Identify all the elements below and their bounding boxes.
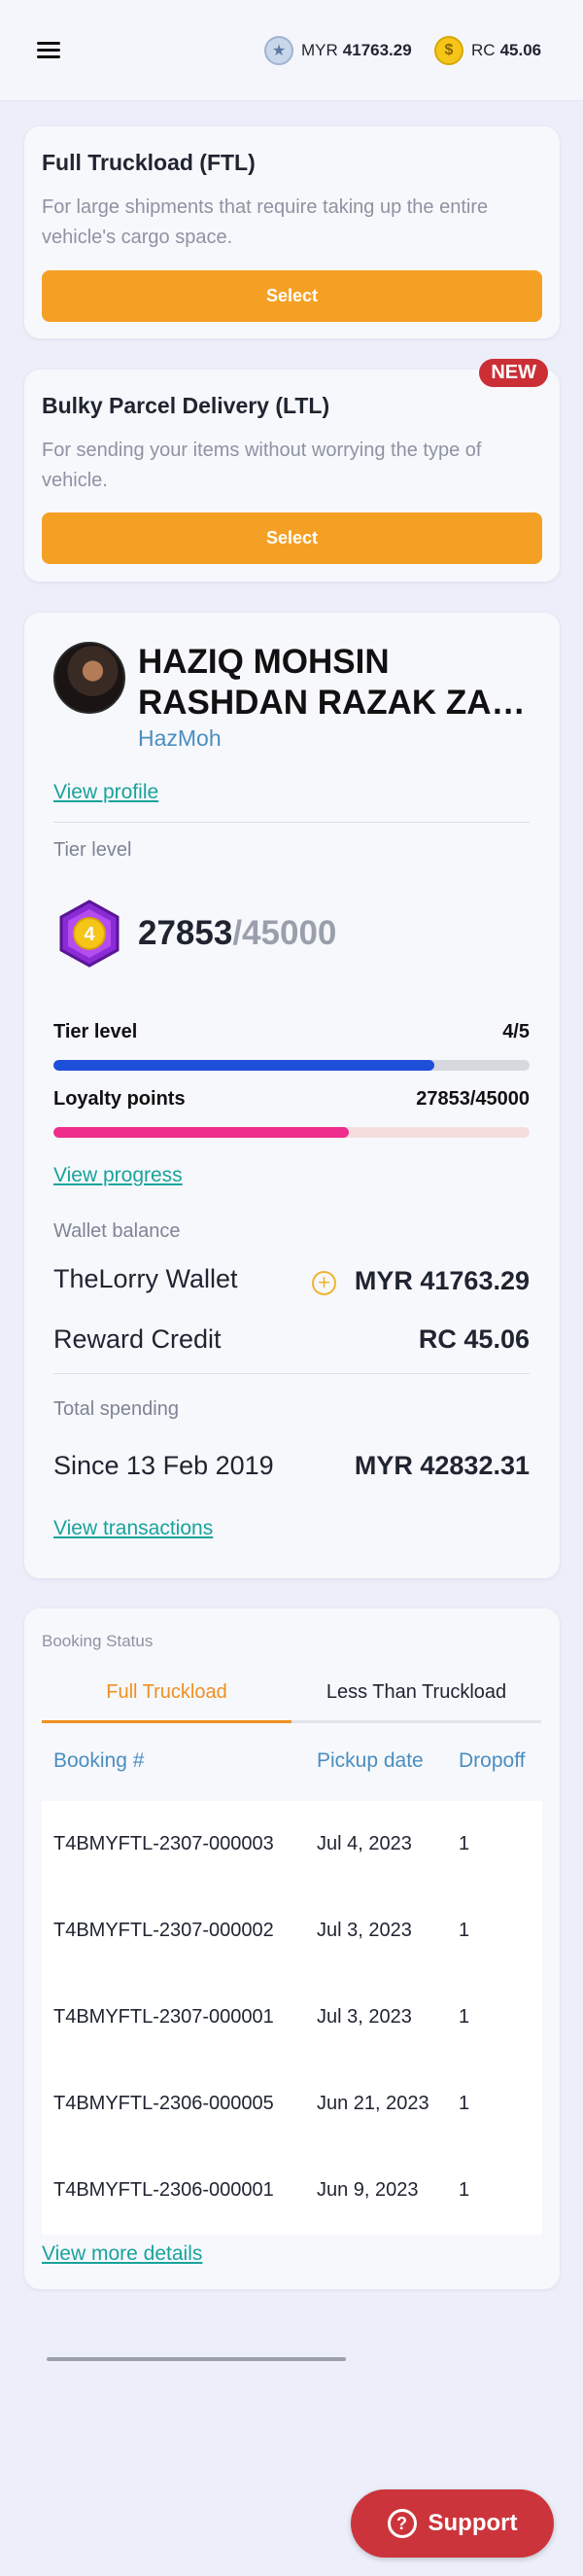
points-target: /45000 [232,914,337,952]
full-name-line2: RASHDAN RAZAK ZAKARIA [138,684,536,722]
table-row[interactable]: T4BMYFTL-2307-000002 Jul 3, 2023 1 [42,1888,542,1974]
top-bar: ★ MYR 41763.29 $ RC 45.06 [0,0,583,101]
pickup-date: Jun 21, 2023 [317,2093,429,2114]
loyalty-progress-fill [53,1127,349,1138]
tier-points: 27853/45000 [138,914,336,953]
booking-number: T4BMYFTL-2307-000002 [53,1920,274,1941]
wallet-value: MYR 41763.29 [354,1266,530,1295]
tier-progress-fill [53,1060,434,1071]
tier-progress-bar [53,1060,530,1071]
dropoff-count: 1 [459,2179,470,2201]
reward-credit-name: Reward Credit [53,1324,222,1354]
support-button[interactable]: ? Support [351,2489,554,2558]
loyalty-progress-bar [53,1127,530,1138]
full-name: HAZIQ MOHSIN RASHDAN RAZAK ZAKARIA [138,642,536,723]
tier-progress-value: 4/5 [502,1021,530,1042]
booking-number: T4BMYFTL-2307-000001 [53,2006,274,2028]
coin-icon: $ [434,36,463,65]
view-transactions-link[interactable]: View transactions [53,1517,213,1540]
view-profile-link[interactable]: View profile [53,781,158,804]
dropoff-count: 1 [459,2093,470,2114]
dropoff-count: 1 [459,1833,470,1854]
reward-credit-value: RC 45.06 [418,1324,530,1354]
column-header-booking: Booking # [53,1749,145,1772]
spending-since: Since 13 Feb 2019 [53,1451,274,1480]
divider [53,822,530,823]
booking-number: T4BMYFTL-2307-000003 [53,1833,274,1854]
tab-full-truckload[interactable]: Full Truckload [42,1673,292,1723]
tier-progress-label: Tier level [53,1021,138,1042]
pickup-date: Jun 9, 2023 [317,2179,419,2201]
rc-balance[interactable]: $ RC 45.06 [434,36,541,65]
support-label: Support [428,2510,518,2536]
total-spending-label: Total spending [53,1398,179,1420]
table-row[interactable]: T4BMYFTL-2307-000003 Jul 4, 2023 1 [42,1801,542,1888]
table-row[interactable]: T4BMYFTL-2306-000001 Jun 9, 2023 1 [42,2147,542,2234]
horizontal-scrollbar[interactable] [47,2357,346,2361]
full-name-line1: HAZIQ MOHSIN [138,643,390,681]
ltl-service-card: NEW Bulky Parcel Delivery (LTL) For send… [24,359,560,582]
ltl-select-button[interactable]: Select [42,512,542,564]
pickup-date: Jul 4, 2023 [317,1833,412,1854]
new-badge: NEW [479,359,548,387]
tier-badge-number: 4 [84,924,95,945]
ftl-select-button[interactable]: Select [42,270,542,322]
tier-level-label: Tier level [53,839,132,861]
plus-circle-icon[interactable]: + [312,1271,336,1295]
view-progress-link[interactable]: View progress [53,1164,183,1187]
question-icon: ? [387,2509,417,2538]
menu-icon[interactable] [37,42,60,59]
rc-label: RC [471,41,496,59]
ftl-title: Full Truckload (FTL) [42,150,256,175]
tab-less-than-truckload[interactable]: Less Than Truckload [292,1673,541,1723]
loyalty-points-value: 27853/45000 [416,1088,530,1110]
column-header-pickup-date: Pickup date [317,1749,424,1772]
wallet-balance-label: Wallet balance [53,1220,181,1242]
ltl-title: Bulky Parcel Delivery (LTL) [42,393,330,418]
profile-card: HAZIQ MOHSIN RASHDAN RAZAK ZAKARIA HazMo… [24,613,560,1578]
spending-value: MYR 42832.31 [354,1451,530,1480]
nickname: HazMoh [138,725,222,751]
dropoff-count: 1 [459,1920,470,1941]
booking-number: T4BMYFTL-2306-000005 [53,2093,274,2114]
pickup-date: Jul 3, 2023 [317,1920,412,1941]
points-value: 27853 [138,914,233,952]
myr-label: MYR [301,41,338,59]
ftl-service-card: Full Truckload (FTL) For large shipments… [24,126,560,338]
ltl-description: For sending your items without worrying … [42,440,482,491]
avatar [53,642,125,714]
ftl-description: For large shipments that require taking … [42,196,489,248]
column-header-dropoff: Dropoff [459,1749,526,1772]
tier-badge-icon: 4 [59,900,120,968]
dropoff-count: 1 [459,2006,470,2028]
myr-value: 41763.29 [342,41,412,59]
wallet-name: TheLorry Wallet [53,1264,238,1293]
divider [53,1373,530,1374]
view-more-details-link[interactable]: View more details [42,2242,202,2266]
booking-status-title: Booking Status [42,1632,154,1650]
table-row[interactable]: T4BMYFTL-2307-000001 Jul 3, 2023 1 [42,1974,542,2061]
booking-table-body: T4BMYFTL-2307-000003 Jul 4, 2023 1 T4BMY… [42,1801,542,2235]
myr-balance[interactable]: ★ MYR 41763.29 [264,36,412,65]
star-icon: ★ [264,36,293,65]
rc-value: 45.06 [499,41,542,59]
pickup-date: Jul 3, 2023 [317,2006,412,2028]
booking-status-card: Booking Status Full Truckload Less Than … [24,1608,560,2289]
table-row[interactable]: T4BMYFTL-2306-000005 Jun 21, 2023 1 [42,2061,542,2147]
loyalty-points-label: Loyalty points [53,1088,186,1110]
booking-number: T4BMYFTL-2306-000001 [53,2179,274,2201]
